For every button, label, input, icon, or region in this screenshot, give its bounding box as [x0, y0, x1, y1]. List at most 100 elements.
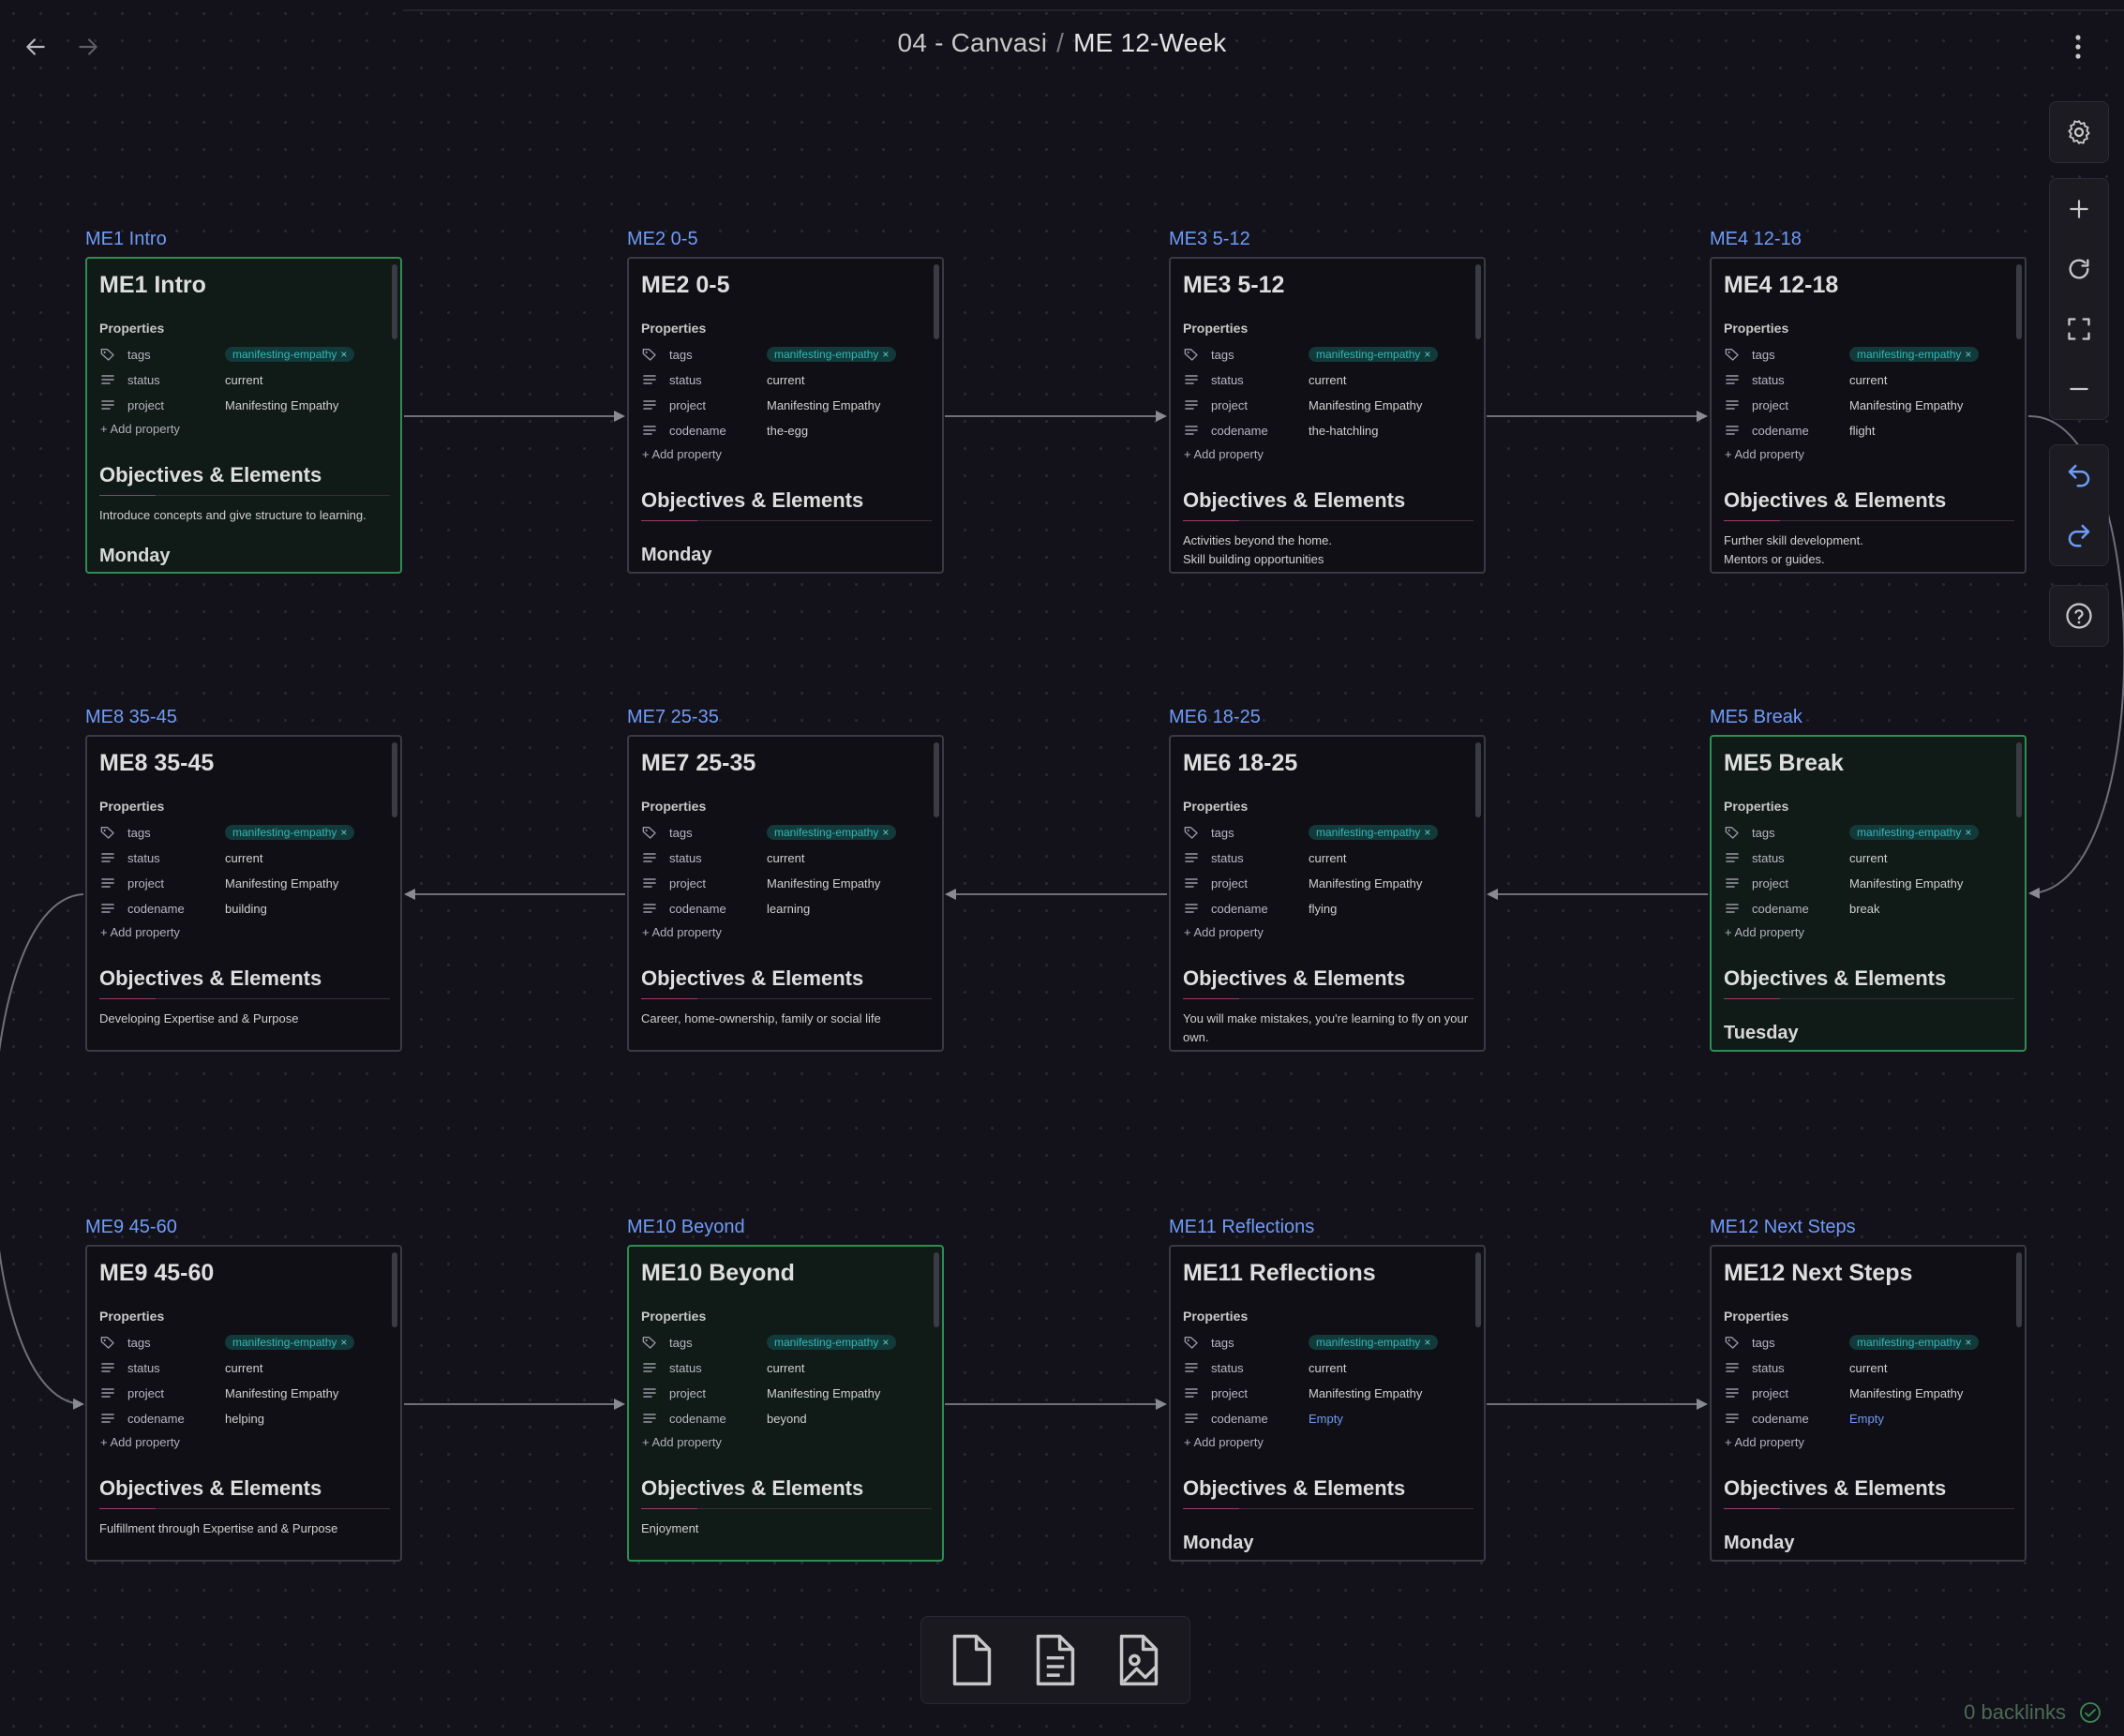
canvas-settings-button[interactable]	[2050, 102, 2108, 162]
canvas-card[interactable]: ME2 0-5 Properties tags manifesting-empathy…	[627, 257, 944, 574]
property-tags[interactable]: tags manifesting-empathy ×	[641, 821, 932, 844]
property-codename[interactable]: codename break	[1724, 897, 2014, 920]
backlinks-count[interactable]: 0 backlinks	[1964, 1700, 2066, 1725]
canvas-card[interactable]: ME9 45-60 Properties tags manifesting-empat…	[85, 1245, 402, 1562]
property-value[interactable]: helping	[225, 1412, 264, 1426]
property-project[interactable]: project Manifesting Empathy	[1724, 394, 2014, 416]
add-property-button[interactable]: + Add property	[1184, 447, 1264, 461]
property-codename[interactable]: codename helping	[99, 1407, 390, 1429]
add-property-button[interactable]: + Add property	[642, 447, 722, 461]
add-property-button[interactable]: + Add property	[642, 925, 722, 939]
tag-remove-button[interactable]: ×	[1965, 826, 1971, 839]
property-tags[interactable]: tags manifesting-empathy ×	[99, 821, 390, 844]
card-scrollbar[interactable]	[2016, 742, 2022, 817]
property-value[interactable]: Manifesting Empathy	[767, 398, 880, 412]
card-scrollbar[interactable]	[934, 264, 939, 339]
property-value[interactable]: current	[1849, 1361, 1887, 1375]
property-value[interactable]: current	[1849, 851, 1887, 865]
property-status[interactable]: status current	[1724, 846, 2014, 869]
property-value[interactable]: building	[225, 902, 267, 916]
tag-pill[interactable]: manifesting-empathy ×	[225, 347, 355, 362]
card-scrollbar[interactable]	[934, 742, 939, 817]
zoom-out-button[interactable]	[2050, 359, 2108, 419]
property-codename[interactable]: codename Empty	[1724, 1407, 2014, 1429]
property-value[interactable]: the-hatchling	[1309, 424, 1378, 438]
card-scrollbar[interactable]	[392, 264, 397, 339]
canvas-card[interactable]: ME12 Next Steps Properties tags manifesting…	[1710, 1245, 2027, 1562]
property-value[interactable]: Empty	[1849, 1412, 1884, 1426]
add-property-button[interactable]: + Add property	[642, 1435, 722, 1449]
property-status[interactable]: status current	[641, 1356, 932, 1379]
canvas-card[interactable]: ME4 12-18 Properties tags manifesting-empat…	[1710, 257, 2027, 574]
property-codename[interactable]: codename the-egg	[641, 419, 932, 441]
property-value[interactable]: current	[767, 373, 804, 387]
property-project[interactable]: project Manifesting Empathy	[1183, 872, 1473, 894]
property-tags[interactable]: tags manifesting-empathy ×	[641, 1331, 932, 1354]
card-scrollbar[interactable]	[1475, 264, 1481, 339]
tag-pill[interactable]: manifesting-empathy ×	[767, 347, 897, 362]
tag-pill[interactable]: manifesting-empathy ×	[1309, 825, 1439, 840]
tag-remove-button[interactable]: ×	[340, 826, 347, 839]
canvas-card[interactable]: ME11 Reflections Properties tags manifestin…	[1169, 1245, 1486, 1562]
property-value[interactable]: current	[225, 1361, 262, 1375]
property-project[interactable]: project Manifesting Empathy	[641, 394, 932, 416]
redo-button[interactable]	[2050, 505, 2108, 565]
property-status[interactable]: status current	[1183, 1356, 1473, 1379]
property-tags[interactable]: tags manifesting-empathy ×	[641, 343, 932, 366]
property-value[interactable]: current	[767, 851, 804, 865]
property-value[interactable]: Manifesting Empathy	[225, 876, 338, 890]
property-status[interactable]: status current	[1183, 846, 1473, 869]
card-node-label[interactable]: ME7 25-35	[627, 707, 719, 728]
zoom-in-button[interactable]	[2050, 179, 2108, 239]
tag-pill[interactable]: manifesting-empathy ×	[225, 825, 355, 840]
property-tags[interactable]: tags manifesting-empathy ×	[1183, 821, 1473, 844]
property-value[interactable]: flying	[1309, 902, 1337, 916]
card-scrollbar[interactable]	[2016, 264, 2022, 339]
tag-remove-button[interactable]: ×	[1424, 1336, 1430, 1349]
property-codename[interactable]: codename flight	[1724, 419, 2014, 441]
canvas-card[interactable]: ME8 35-45 Properties tags manifesting-empat…	[85, 735, 402, 1052]
property-project[interactable]: project Manifesting Empathy	[1724, 1382, 2014, 1404]
undo-button[interactable]	[2050, 445, 2108, 505]
add-card-button[interactable]	[939, 1627, 1005, 1693]
property-value[interactable]: current	[225, 373, 262, 387]
tag-pill[interactable]: manifesting-empathy ×	[1849, 347, 1980, 362]
add-property-button[interactable]: + Add property	[100, 422, 180, 436]
card-node-label[interactable]: ME10 Beyond	[627, 1217, 745, 1238]
property-codename[interactable]: codename flying	[1183, 897, 1473, 920]
property-value[interactable]: Manifesting Empathy	[225, 1386, 338, 1400]
card-node-label[interactable]: ME9 45-60	[85, 1217, 177, 1238]
card-node-label[interactable]: ME4 12-18	[1710, 229, 1802, 250]
tag-remove-button[interactable]: ×	[882, 826, 889, 839]
add-note-button[interactable]	[1023, 1627, 1088, 1693]
card-scrollbar[interactable]	[934, 1252, 939, 1327]
tag-pill[interactable]: manifesting-empathy ×	[1309, 1335, 1439, 1350]
property-value[interactable]: current	[1849, 373, 1887, 387]
tag-remove-button[interactable]: ×	[340, 348, 347, 361]
card-node-label[interactable]: ME1 Intro	[85, 229, 167, 250]
property-value[interactable]: the-egg	[767, 424, 808, 438]
property-tags[interactable]: tags manifesting-empathy ×	[1724, 821, 2014, 844]
tag-pill[interactable]: manifesting-empathy ×	[225, 1335, 355, 1350]
card-node-label[interactable]: ME11 Reflections	[1169, 1217, 1314, 1238]
tag-remove-button[interactable]: ×	[1424, 826, 1430, 839]
canvas-card[interactable]: ME1 Intro Properties tags manifesting-empat…	[85, 257, 402, 574]
card-node-label[interactable]: ME5 Break	[1710, 707, 1802, 728]
card-node-label[interactable]: ME2 0-5	[627, 229, 698, 250]
card-scrollbar[interactable]	[392, 1252, 397, 1327]
zoom-to-fit-button[interactable]	[2050, 299, 2108, 359]
property-value[interactable]: Empty	[1309, 1412, 1343, 1426]
add-media-button[interactable]	[1106, 1627, 1172, 1693]
property-value[interactable]: Manifesting Empathy	[1309, 398, 1422, 412]
property-value[interactable]: Manifesting Empathy	[225, 398, 338, 412]
property-project[interactable]: project Manifesting Empathy	[1183, 1382, 1473, 1404]
property-value[interactable]: break	[1849, 902, 1880, 916]
property-project[interactable]: project Manifesting Empathy	[641, 1382, 932, 1404]
add-property-button[interactable]: + Add property	[1725, 925, 1804, 939]
tag-remove-button[interactable]: ×	[1965, 348, 1971, 361]
property-tags[interactable]: tags manifesting-empathy ×	[1724, 343, 2014, 366]
property-status[interactable]: status current	[99, 1356, 390, 1379]
card-scrollbar[interactable]	[1475, 742, 1481, 817]
reset-zoom-button[interactable]	[2050, 239, 2108, 299]
property-value[interactable]: learning	[767, 902, 810, 916]
